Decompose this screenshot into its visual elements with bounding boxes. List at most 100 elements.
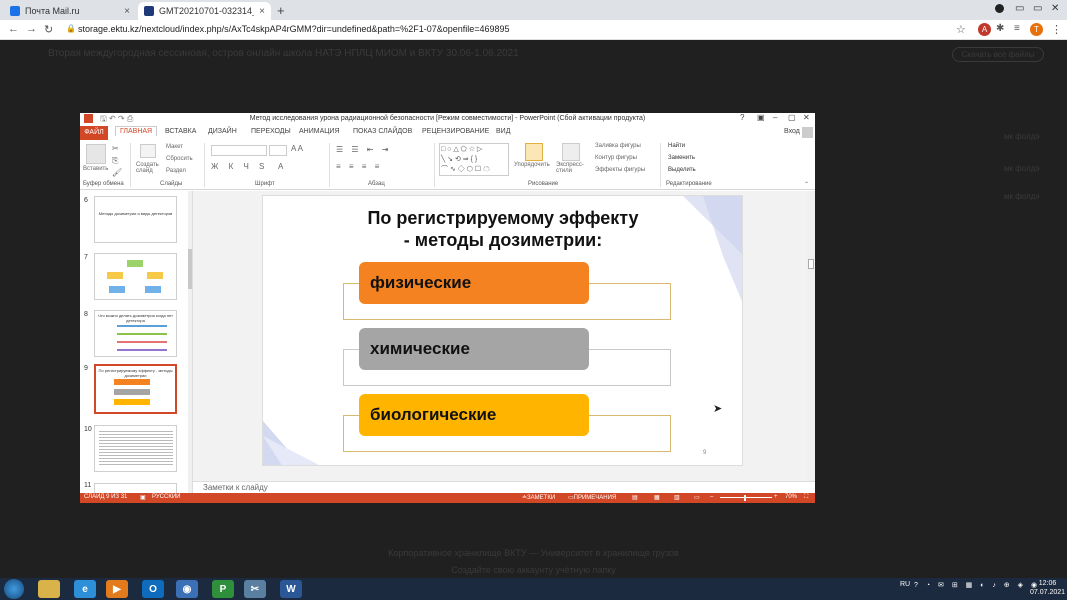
font-format-icons[interactable]: Ж К Ч S — [211, 162, 268, 171]
collapse-ribbon-icon[interactable]: ⌃ — [804, 181, 809, 188]
shape-outline-button[interactable]: Контур фигуры — [595, 155, 637, 161]
arrange-button[interactable]: Упорядочить — [514, 162, 554, 168]
back-icon[interactable]: ← — [8, 23, 19, 35]
tab-design[interactable]: ДИЗАЙН — [208, 128, 237, 135]
language-indicator[interactable]: РУССКИЙ — [152, 494, 180, 500]
cut-icon[interactable]: ✂ — [112, 144, 119, 153]
section-button[interactable]: Раздел — [166, 168, 186, 174]
url-field[interactable]: storage.ektu.kz/nextcloud/index.php/s/Ax… — [78, 24, 510, 34]
font-grow-icon[interactable]: A A — [291, 144, 303, 153]
zoom-slider[interactable] — [720, 497, 772, 498]
sign-in-link[interactable]: Вход — [784, 128, 800, 135]
slide-thumbnail[interactable] — [94, 425, 177, 472]
paste-icon[interactable] — [86, 144, 106, 164]
menu-icon[interactable]: ⋮ — [1051, 23, 1062, 36]
reset-button[interactable]: Сбросить — [166, 156, 193, 162]
zoom-in-icon[interactable]: + — [774, 494, 778, 500]
paste-button[interactable]: Вставить — [83, 166, 108, 172]
help-icon[interactable]: ? — [740, 113, 744, 122]
slide-thumbnail[interactable] — [94, 483, 177, 493]
reload-icon[interactable]: ↻ — [44, 23, 53, 36]
quick-styles-icon[interactable] — [562, 143, 580, 161]
avatar[interactable]: T — [1030, 23, 1043, 36]
new-slide-button[interactable]: Создать слайд — [136, 162, 162, 174]
ie-icon[interactable]: e — [74, 580, 96, 598]
snipping-tool-icon[interactable]: ✂ — [244, 580, 266, 598]
star-icon[interactable]: ☆ — [956, 23, 966, 36]
fit-slide-icon[interactable]: ⛶ — [804, 494, 808, 501]
download-all-button[interactable]: Скачать все файлы — [952, 47, 1044, 62]
zoom-slider-thumb[interactable] — [744, 495, 746, 501]
outlook-icon[interactable]: O — [142, 580, 164, 598]
zoom-level[interactable]: 70% — [785, 494, 797, 500]
close-icon[interactable]: × — [259, 6, 265, 17]
slideshow-icon[interactable]: ▭ — [694, 494, 700, 501]
align-icons[interactable]: ≡ ≡ ≡ ≡ — [336, 162, 382, 171]
slide-scrollbar[interactable] — [807, 191, 815, 481]
comments-toggle[interactable]: ▭ ПРИМЕЧАНИЯ — [568, 494, 616, 501]
tab-view[interactable]: ВИД — [496, 128, 510, 135]
maximize-button[interactable]: ▭ — [1033, 3, 1042, 14]
current-slide[interactable]: По регистрируемому эффекту - методы дози… — [262, 195, 743, 466]
font-size-select[interactable] — [269, 145, 287, 156]
language-tray[interactable]: RU — [900, 581, 910, 588]
find-button[interactable]: Найти — [668, 143, 685, 149]
start-button[interactable] — [4, 579, 24, 599]
minimize-button[interactable]: ▭ — [1015, 3, 1024, 14]
tab-slideshow[interactable]: ПОКАЗ СЛАЙДОВ — [353, 128, 412, 135]
new-slide-icon[interactable] — [140, 144, 156, 158]
slide-thumbnail[interactable]: Что можно делать дозиметрия когда нет де… — [94, 310, 177, 357]
adblock-icon[interactable]: A — [978, 23, 991, 36]
slide-thumbnail[interactable]: Методы дозиметрии и виды детекторов — [94, 196, 177, 243]
queue-icon[interactable]: ≡ — [1014, 23, 1020, 34]
record-icon[interactable] — [995, 4, 1004, 13]
scroll-thumb[interactable] — [808, 259, 814, 269]
close-window-button[interactable]: ✕ — [1051, 3, 1059, 14]
close-icon[interactable]: × — [124, 6, 130, 17]
tab-transitions[interactable]: ПЕРЕХОДЫ — [251, 128, 291, 135]
shape-fill-button[interactable]: Заливка фигуры — [595, 143, 641, 149]
tab-animation[interactable]: АНИМАЦИЯ — [299, 128, 340, 135]
notes-toggle[interactable]: ≐ ЗАМЕТКИ — [522, 494, 555, 501]
chrome-icon[interactable]: ◉ — [176, 580, 198, 598]
media-player-icon[interactable]: ▶ — [106, 580, 128, 598]
method-physical[interactable]: физические — [359, 262, 589, 304]
tab-mail[interactable]: Почта Mail.ru × — [4, 2, 136, 20]
explorer-icon[interactable] — [38, 580, 60, 598]
slide-thumbnail[interactable] — [94, 253, 177, 300]
tray-icons[interactable]: ? ◔ ✉ ⊞ ▦ ◐ ♪ ⊕ ◈ ◉ — [914, 581, 1040, 589]
slide-sorter-icon[interactable]: ▦ — [654, 494, 660, 501]
notes-pane[interactable]: Заметки к слайду — [193, 481, 815, 493]
tab-home[interactable]: ГЛАВНАЯ — [115, 126, 158, 136]
quick-styles-button[interactable]: Экспресс-стили — [556, 162, 588, 174]
proofing-icon[interactable]: ▣ — [140, 494, 146, 501]
forward-icon[interactable]: → — [26, 23, 37, 35]
layout-button[interactable]: Макет — [166, 144, 183, 150]
font-color-icon[interactable]: A — [278, 162, 283, 171]
minimize-button[interactable]: – — [773, 113, 777, 122]
font-family-select[interactable] — [211, 145, 267, 156]
select-button[interactable]: Выделить — [668, 167, 696, 173]
ribbon-display-icon[interactable]: ▣ — [757, 113, 765, 122]
normal-view-icon[interactable]: ▤ — [632, 494, 638, 501]
maximize-button[interactable]: ▢ — [788, 113, 796, 122]
user-avatar[interactable] — [802, 127, 813, 138]
method-biological[interactable]: биологические — [359, 394, 589, 436]
close-button[interactable]: ✕ — [803, 113, 810, 122]
replace-button[interactable]: Заменить — [668, 155, 695, 161]
shapes-gallery[interactable]: □ ○ △ ⬠ ☆ ▷ ╲ ↘ ⟲ ⇒ { } ⌒ ∿ ◇ ⬡ ☐ ☁ — [439, 143, 509, 176]
arrange-icon[interactable] — [525, 143, 543, 161]
shape-effects-button[interactable]: Эффекты фигуры — [595, 167, 645, 173]
clock[interactable]: 12:06 07.07.2021 — [1030, 579, 1065, 597]
zoom-out-icon[interactable]: – — [710, 494, 713, 500]
reading-view-icon[interactable]: ▥ — [674, 494, 680, 501]
tab-review[interactable]: РЕЦЕНЗИРОВАНИЕ — [422, 128, 489, 135]
project-icon[interactable]: P — [212, 580, 234, 598]
method-chemical[interactable]: химические — [359, 328, 589, 370]
extensions-icon[interactable]: ✱ — [996, 23, 1004, 34]
slide-title[interactable]: По регистрируемому эффекту - методы дози… — [323, 207, 683, 251]
tab-recording[interactable]: GMT20210701-032314_Rec × — [138, 2, 271, 20]
tab-insert[interactable]: ВСТАВКА — [165, 128, 196, 135]
word-icon[interactable]: W — [280, 580, 302, 598]
list-icons[interactable]: ☰ ☰ ⇤ ⇥ — [336, 145, 391, 154]
